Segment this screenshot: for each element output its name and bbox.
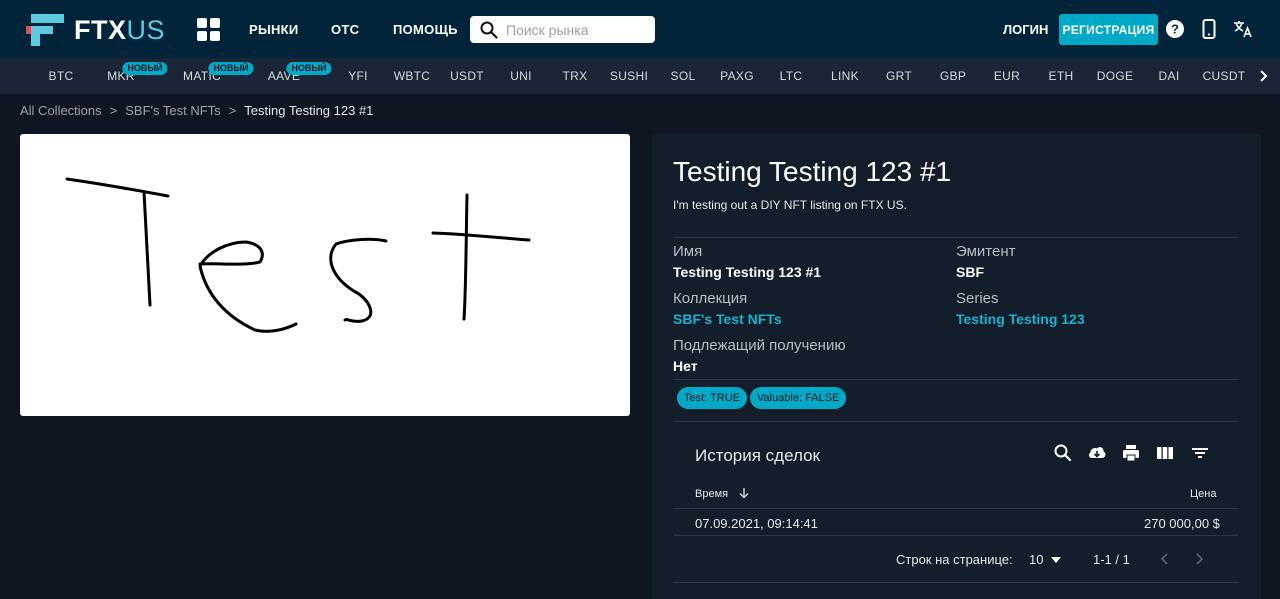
breadcrumb: All Collections > SBF's Test NFTs > Test… (20, 103, 373, 118)
field-series-link[interactable]: Testing Testing 123 (956, 311, 1085, 327)
ticker-item-trx[interactable]: TRX (563, 69, 588, 83)
ticker-item-usdt[interactable]: USDT (450, 69, 484, 83)
chevron-right-icon[interactable] (1192, 552, 1206, 566)
nft-title: Testing Testing 123 #1 (673, 156, 952, 187)
nft-drawing (65, 177, 531, 333)
help-icon[interactable]: ? (1165, 19, 1185, 39)
field-redeemable-label: Подлежащий получению (673, 337, 846, 354)
search-icon[interactable] (1053, 443, 1073, 463)
cell-price: 270 000,00 $ (1144, 516, 1220, 531)
new-badge: НОВЫЙ (208, 62, 254, 75)
grid-icon[interactable] (197, 18, 220, 41)
filter-icon[interactable] (1190, 443, 1210, 463)
ticker-item-paxg[interactable]: PAXG (720, 69, 754, 83)
ticker-item-sushi[interactable]: SUSHI (610, 69, 648, 83)
breadcrumb-collection[interactable]: SBF's Test NFTs (125, 103, 220, 118)
ticker-item-dai[interactable]: DAI (1159, 69, 1180, 83)
nav-help[interactable]: ПОМОЩЬ (393, 22, 458, 37)
nav-otc[interactable]: OTC (331, 22, 359, 37)
svg-text:?: ? (1171, 22, 1179, 37)
field-series-label: Series (956, 290, 999, 307)
nft-image (20, 134, 630, 416)
rows-per-page-label: Строк на странице: (896, 552, 1013, 567)
row-divider (673, 535, 1239, 536)
market-search[interactable] (470, 16, 655, 43)
register-button[interactable]: РЕГИСТРАЦИЯ (1059, 14, 1158, 45)
ticker-item-ltc[interactable]: LTC (780, 69, 803, 83)
row-divider (673, 508, 1239, 509)
nav-markets[interactable]: РЫНКИ (249, 22, 299, 37)
trade-history-table: История сделок Время Цена 07.09.2021, 09… (673, 436, 1239, 599)
pagination-range: 1-1 / 1 (1093, 552, 1130, 567)
trade-history-title: История сделок (695, 446, 820, 465)
cell-time: 07.09.2021, 09:14:41 (695, 516, 818, 531)
field-name-label: Имя (673, 243, 703, 260)
new-badge: НОВЫЙ (286, 62, 332, 75)
field-issuer-value: SBF (956, 264, 984, 280)
breadcrumb-current: Testing Testing 123 #1 (244, 103, 374, 118)
columns-icon[interactable] (1155, 443, 1175, 463)
attribute-badge-test: Test: TRUE (677, 387, 748, 409)
logo-text: FTXUS (74, 14, 166, 45)
breadcrumb-all-collections[interactable]: All Collections (20, 103, 102, 118)
column-header-time[interactable]: Время (695, 486, 751, 500)
ticker-item-wbtc[interactable]: WBTC (394, 69, 431, 83)
breadcrumb-separator: > (228, 103, 237, 118)
new-badge: НОВЫЙ (122, 62, 168, 75)
nft-description: I'm testing out a DIY NFT listing on FTX… (673, 198, 907, 212)
ftx-us-logo[interactable]: FTXUS (26, 14, 171, 46)
ticker-item-grt[interactable]: GRT (886, 69, 912, 83)
ticker-item-gbp[interactable]: GBP (940, 69, 966, 83)
ftx-logo-icon (26, 14, 64, 46)
field-redeemable-value: Нет (673, 358, 698, 374)
chevron-right-icon[interactable] (1257, 68, 1271, 84)
ticker-item-link[interactable]: LINK (831, 69, 859, 83)
field-collection-label: Коллекция (673, 290, 748, 307)
row-divider (673, 582, 1239, 583)
ticker-bar: BTC MKR НОВЫЙ MATIC НОВЫЙ AAVE НОВЫЙ YFI… (0, 58, 1280, 94)
search-input[interactable] (506, 21, 646, 38)
ticker-item-cusdt[interactable]: CUSDT (1203, 69, 1246, 83)
sort-down-icon[interactable] (737, 486, 751, 500)
ticker-item-sol[interactable]: SOL (671, 69, 696, 83)
rows-per-page-select[interactable]: 10 (1029, 552, 1062, 567)
phone-icon[interactable] (1199, 19, 1219, 39)
caret-down-icon (1051, 556, 1062, 563)
ticker-item-btc[interactable]: BTC (49, 69, 74, 83)
ticker-item-yfi[interactable]: YFI (348, 69, 368, 83)
ticker-item-eth[interactable]: ETH (1049, 69, 1074, 83)
chevron-left-icon[interactable] (1158, 552, 1172, 566)
divider (673, 379, 1239, 380)
top-navbar: FTXUS РЫНКИ OTC ПОМОЩЬ ЛОГИН РЕГИСТРАЦИЯ… (0, 0, 1280, 58)
divider (673, 237, 1239, 238)
ticker-item-eur[interactable]: EUR (994, 69, 1020, 83)
search-icon (480, 21, 498, 39)
print-icon[interactable] (1121, 443, 1141, 463)
field-issuer-label: Эмитент (956, 243, 1016, 260)
download-icon[interactable] (1087, 443, 1107, 463)
attribute-badge-valuable: Valuable: FALSE (750, 387, 847, 409)
ticker-item-uni[interactable]: UNI (510, 69, 532, 83)
nft-details-panel: Testing Testing 123 #1 I'm testing out a… (652, 134, 1261, 599)
ticker-item-doge[interactable]: DOGE (1097, 69, 1134, 83)
login-link[interactable]: ЛОГИН (1003, 22, 1048, 37)
column-header-price: Цена (1190, 488, 1217, 500)
breadcrumb-separator: > (109, 103, 118, 118)
divider (673, 421, 1239, 422)
field-name-value: Testing Testing 123 #1 (673, 264, 822, 280)
translate-icon[interactable] (1233, 19, 1253, 39)
field-collection-link[interactable]: SBF's Test NFTs (673, 311, 782, 327)
